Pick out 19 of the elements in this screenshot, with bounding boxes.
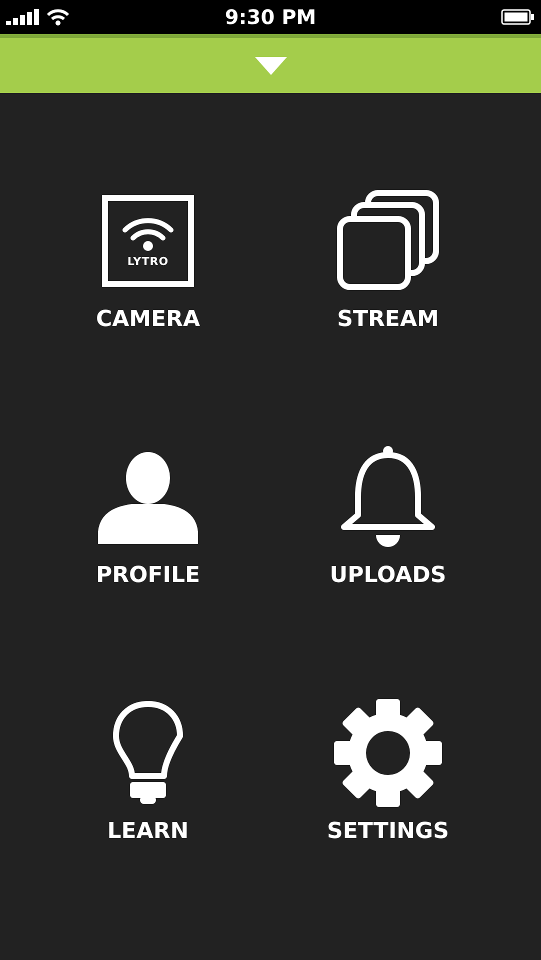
wifi-icon [46, 8, 70, 26]
wifi-icon [121, 216, 175, 252]
menu-tile[interactable]: UPLOADS [268, 443, 508, 593]
menu-tile[interactable]: PROFILE [28, 443, 268, 593]
collapse-bar[interactable] [0, 34, 541, 93]
lightbulb-icon [112, 700, 184, 806]
triangle-down-icon [254, 56, 286, 74]
stacked-squares-icon [336, 189, 440, 293]
menu-tile[interactable]: STREAM [268, 187, 508, 337]
menu-tile[interactable]: LEARN [28, 699, 268, 849]
signal-icon [6, 9, 40, 25]
bell-icon [340, 445, 436, 549]
settings-icon [334, 699, 442, 807]
menu-tile[interactable]: SETTINGS [268, 699, 508, 849]
person-icon [98, 450, 198, 544]
menu-tile[interactable]: LYTRO CAMERA [28, 187, 268, 337]
battery-icon [501, 9, 535, 25]
status-time: 9:30 PM [224, 4, 316, 31]
logo-text: LYTRO [127, 256, 169, 266]
